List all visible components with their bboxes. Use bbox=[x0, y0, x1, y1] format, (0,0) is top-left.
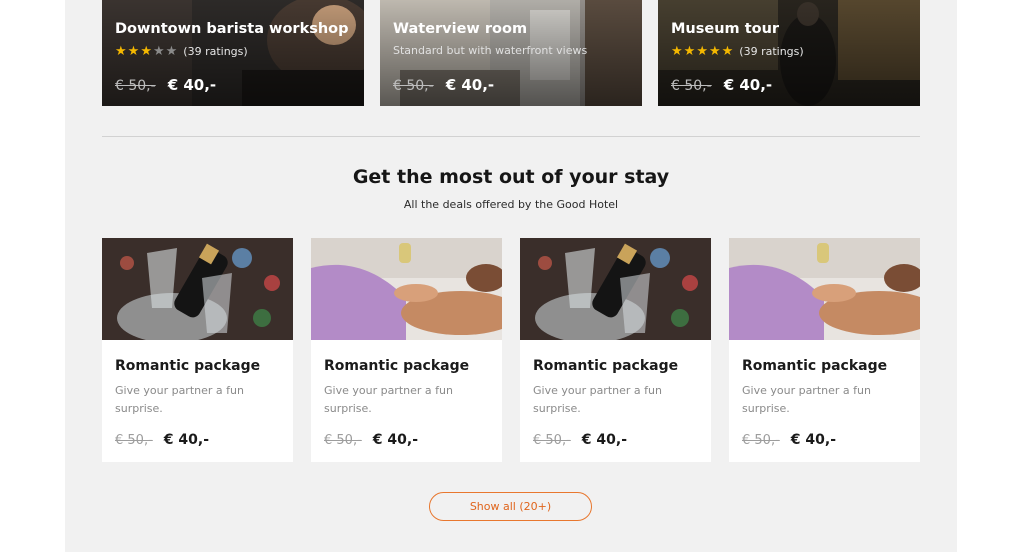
new-price: € 40,- bbox=[790, 432, 837, 448]
price-row: € 50,- € 40,- bbox=[533, 432, 627, 448]
star-rating: ★ ★ ★ ★ ★ bbox=[115, 45, 177, 58]
star-icon: ★ bbox=[127, 44, 140, 59]
new-price: € 40,- bbox=[163, 432, 210, 448]
experience-title: Museum tour bbox=[671, 21, 780, 37]
deal-title: Romantic package bbox=[742, 358, 888, 374]
old-price: € 50,- bbox=[324, 433, 362, 448]
deal-description: Give your partner a fun surprise. bbox=[533, 384, 662, 415]
price-row: € 50,- € 40,- bbox=[671, 76, 772, 94]
star-icon: ★ bbox=[140, 44, 152, 59]
deal-card[interactable]: Romantic package Give your partner a fun… bbox=[102, 238, 293, 462]
deal-card[interactable]: Romantic package Give your partner a fun… bbox=[729, 238, 920, 462]
experience-title: Waterview room bbox=[393, 21, 528, 37]
star-icon: ★ bbox=[152, 44, 165, 59]
price-row: € 50,- € 40,- bbox=[115, 432, 209, 448]
section-title: Get the most out of your stay bbox=[352, 166, 670, 188]
rating-count: (39 ratings) bbox=[183, 45, 248, 58]
rating-count: (39 ratings) bbox=[739, 45, 804, 58]
new-price: € 40,- bbox=[581, 432, 628, 448]
deal-description: Give your partner a fun surprise. bbox=[324, 384, 453, 415]
star-icon: ★ bbox=[708, 44, 721, 59]
star-icon: ★ bbox=[696, 44, 708, 59]
experience-card-museum[interactable]: Museum tour ★ ★ ★ ★ ★ (39 ratings) € 50,… bbox=[658, 0, 920, 106]
old-price: € 50,- bbox=[742, 433, 780, 448]
deal-description: Give your partner a fun surprise. bbox=[115, 384, 244, 415]
experience-card-barista[interactable]: Downtown barista workshop ★ ★ ★ ★ ★ (39 … bbox=[102, 0, 364, 106]
champagne-image bbox=[520, 238, 711, 340]
rating-row: ★ ★ ★ ★ ★ (39 ratings) bbox=[671, 45, 804, 58]
show-all-button[interactable]: Show all (20+) bbox=[429, 492, 592, 521]
old-price: € 50,- bbox=[533, 433, 571, 448]
experience-subtitle: Standard but with waterfront views bbox=[393, 44, 588, 57]
star-icon: ★ bbox=[721, 44, 734, 59]
experience-card-waterview[interactable]: Waterview room Standard but with waterfr… bbox=[380, 0, 642, 106]
new-price: € 40,- bbox=[445, 76, 495, 94]
star-icon: ★ bbox=[683, 44, 696, 59]
deal-title: Romantic package bbox=[533, 358, 679, 374]
section-subtitle: All the deals offered by the Good Hotel bbox=[403, 198, 619, 211]
massage-image bbox=[311, 238, 502, 340]
price-row: € 50,- € 40,- bbox=[742, 432, 836, 448]
deal-title: Romantic package bbox=[324, 358, 470, 374]
old-price: € 50,- bbox=[393, 78, 434, 94]
price-row: € 50,- € 40,- bbox=[393, 76, 494, 94]
price-row: € 50,- € 40,- bbox=[324, 432, 418, 448]
price-row: € 50,- € 40,- bbox=[115, 76, 216, 94]
old-price: € 50,- bbox=[671, 78, 712, 94]
star-icon: ★ bbox=[671, 44, 683, 59]
new-price: € 40,- bbox=[723, 76, 773, 94]
deal-card[interactable]: Romantic package Give your partner a fun… bbox=[520, 238, 711, 462]
new-price: € 40,- bbox=[167, 76, 217, 94]
champagne-image bbox=[102, 238, 293, 340]
old-price: € 50,- bbox=[115, 78, 156, 94]
massage-image bbox=[729, 238, 920, 340]
rating-row: ★ ★ ★ ★ ★ (39 ratings) bbox=[115, 45, 248, 58]
star-icon: ★ bbox=[165, 44, 178, 59]
deal-title: Romantic package bbox=[115, 358, 261, 374]
old-price: € 50,- bbox=[115, 433, 153, 448]
deal-card[interactable]: Romantic package Give your partner a fun… bbox=[311, 238, 502, 462]
section-divider bbox=[102, 136, 920, 137]
star-rating: ★ ★ ★ ★ ★ bbox=[671, 45, 733, 58]
deal-description: Give your partner a fun surprise. bbox=[742, 384, 871, 415]
experience-title: Downtown barista workshop bbox=[115, 21, 349, 37]
new-price: € 40,- bbox=[372, 432, 419, 448]
star-icon: ★ bbox=[115, 44, 127, 59]
